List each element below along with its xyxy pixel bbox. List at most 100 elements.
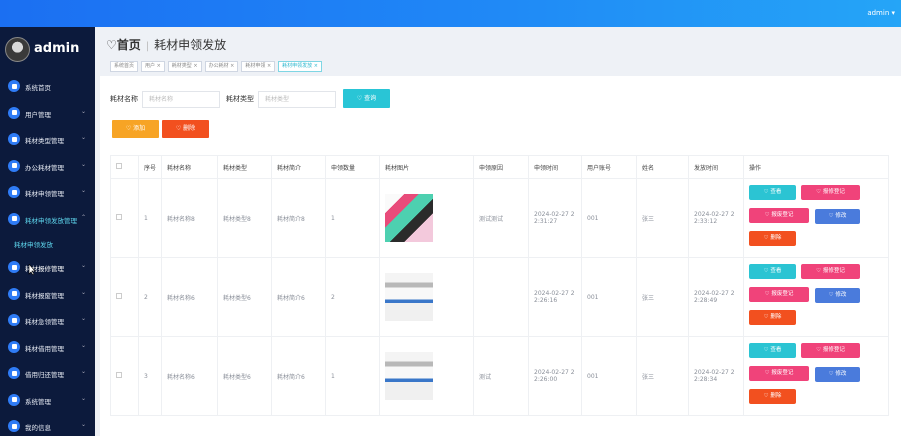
list-icon [8, 393, 20, 406]
grid-icon [8, 314, 20, 326]
brand-name: admin [34, 41, 80, 56]
row-delete-button[interactable]: ♡ 删除 [749, 389, 796, 404]
chevron-down-icon: ⌄ [80, 421, 86, 428]
header-account: 用户账号 [581, 155, 637, 179]
cell-reason: 测试 [473, 336, 529, 416]
sidebar-item-home[interactable]: 系统首页 [0, 73, 95, 100]
scrap-register-button[interactable]: ♡ 报废登记 [749, 208, 809, 223]
repair-register-button[interactable]: ♡ 报修登记 [801, 264, 860, 279]
chevron-down-icon: ⌄ [80, 368, 86, 375]
grid-icon [8, 133, 20, 145]
table-row: 1 耗材名称8 耗材类型8 耗材简介8 1 测试测试 2024-02-27 2 … [110, 178, 889, 258]
cell-image [379, 336, 474, 416]
select-all-checkbox[interactable] [116, 163, 122, 169]
tag-apply[interactable]: 耗材申领 × [241, 61, 276, 72]
breadcrumb-home[interactable]: ♡首页 [106, 38, 141, 52]
chevron-down-icon: ⌄ [80, 262, 86, 269]
sidebar-item-system[interactable]: 系统管理 ⌄ [0, 387, 95, 414]
breadcrumb: ♡首页 | 耗材申领发放 [106, 38, 227, 52]
cell-ops: ♡ 查看 ♡ 报修登记 ♡ 报废登记 ♡ 修改 ♡ 删除 [743, 257, 889, 337]
add-button[interactable]: ♡ 添加 [112, 120, 159, 138]
cell-account: 001 [581, 336, 637, 416]
cell-account: 001 [581, 178, 637, 258]
row-select-cell[interactable] [110, 257, 139, 337]
scrap-register-button[interactable]: ♡ 报废登记 [749, 287, 809, 302]
edit-button[interactable]: ♡ 修改 [815, 367, 860, 382]
name-search-input[interactable]: 耗材名称 [142, 90, 220, 108]
page-title: 耗材申领发放 [154, 38, 227, 52]
chevron-down-icon: ⌄ [80, 160, 86, 168]
sidebar: admin 系统首页 用户管理 ⌄ 耗材类型管理 ⌄ 办公耗材管理 ⌄ 耗材申领管理 ⌄… [0, 27, 95, 436]
sidebar-item-issue[interactable]: 耗材申领发放管理 ⌃ [0, 206, 95, 233]
header-name: 耗材名称 [161, 155, 218, 179]
delete-button[interactable]: ♡ 删除 [162, 120, 209, 138]
cell-name: 耗材名称6 [161, 257, 218, 337]
cell-issue-time: 2024-02-27 2 2:28:49 [688, 257, 744, 337]
row-select-cell[interactable] [110, 336, 139, 416]
tag-issue[interactable]: 耗材申领发放 × [278, 61, 322, 72]
cell-time: 2024-02-27 2 2:31:27 [528, 178, 582, 258]
select-all-cell[interactable] [110, 155, 139, 179]
row-delete-button[interactable]: ♡ 删除 [749, 310, 796, 325]
sidebar-brand: admin [0, 27, 95, 73]
table-header-row: 序号 耗材名称 耗材类型 耗材简介 申领数量 耗材图片 申领原因 申领时间 用户… [110, 155, 889, 179]
view-button[interactable]: ♡ 查看 [749, 264, 796, 279]
scrap-register-button[interactable]: ♡ 报废登记 [749, 366, 809, 381]
sidebar-item-profile[interactable]: 我的信息 ⌄ [0, 413, 95, 436]
cell-image [379, 178, 474, 258]
sidebar-item-types[interactable]: 耗材类型管理 ⌄ [0, 126, 95, 153]
tag-bar: 系统首页 用户 × 耗材类型 × 办公耗材 × 耗材申领 × 耗材申领发放 × [110, 61, 322, 72]
item-image[interactable] [385, 194, 433, 242]
sidebar-item-users[interactable]: 用户管理 ⌄ [0, 100, 95, 127]
avatar [5, 37, 30, 62]
header-qty: 申领数量 [325, 155, 380, 179]
sidebar-item-office[interactable]: 办公耗材管理 ⌄ [0, 153, 95, 180]
tag-home[interactable]: 系统首页 [110, 61, 139, 72]
header-ops: 操作 [743, 155, 889, 179]
user-menu[interactable]: admin ▾ [867, 9, 895, 17]
data-table: 序号 耗材名称 耗材类型 耗材简介 申领数量 耗材图片 申领原因 申领时间 用户… [110, 155, 889, 416]
type-label: 耗材类型 [226, 95, 254, 103]
cell-person: 张三 [636, 178, 689, 258]
item-image[interactable] [385, 352, 433, 400]
tag-types[interactable]: 耗材类型 × [167, 61, 202, 72]
cell-qty: 1 [325, 336, 380, 416]
sidebar-item-return[interactable]: 借用归还管理 ⌄ [0, 360, 95, 387]
chevron-down-icon: ⌄ [80, 394, 86, 402]
row-checkbox[interactable] [116, 293, 122, 299]
item-image[interactable] [385, 273, 433, 321]
cell-issue-time: 2024-02-27 2 2:33:12 [688, 178, 744, 258]
chart-icon [8, 340, 20, 353]
sidebar-item-repair[interactable]: 耗材报修管理 ⌄ [0, 254, 95, 281]
cell-ops: ♡ 查看 ♡ 报修登记 ♡ 报废登记 ♡ 修改 ♡ 删除 [743, 336, 889, 416]
sidebar-item-urgent[interactable]: 耗材急领管理 ⌄ [0, 307, 95, 334]
cell-no: 1 [138, 178, 162, 258]
sidebar-item-scrap[interactable]: 耗材报废管理 ⌄ [0, 281, 95, 308]
sidebar-item-borrow[interactable]: 耗材借用管理 ⌄ [0, 334, 95, 361]
row-checkbox[interactable] [116, 372, 122, 378]
shield-icon [8, 367, 20, 379]
cell-intro: 耗材简介6 [271, 257, 326, 337]
edit-button[interactable]: ♡ 修改 [815, 209, 860, 224]
cell-reason: 测试测试 [473, 178, 529, 258]
sidebar-item-apply[interactable]: 耗材申领管理 ⌄ [0, 179, 95, 206]
cell-qty: 2 [325, 257, 380, 337]
row-select-cell[interactable] [110, 178, 139, 258]
query-button[interactable]: ♡ 查询 [343, 89, 390, 108]
cell-qty: 1 [325, 178, 380, 258]
row-checkbox[interactable] [116, 214, 122, 220]
grid-icon [8, 106, 20, 119]
cell-time: 2024-02-27 2 2:26:00 [528, 336, 582, 416]
circle-icon [8, 212, 20, 225]
repair-register-button[interactable]: ♡ 报修登记 [801, 185, 860, 200]
cell-type: 耗材类型6 [217, 257, 272, 337]
view-button[interactable]: ♡ 查看 [749, 343, 796, 358]
tag-office[interactable]: 办公耗材 × [204, 61, 239, 72]
repair-register-button[interactable]: ♡ 报修登记 [801, 343, 860, 358]
edit-button[interactable]: ♡ 修改 [815, 288, 860, 303]
sidebar-subitem-issue[interactable]: 耗材申领发放 [0, 232, 95, 254]
tag-users[interactable]: 用户 × [141, 61, 165, 72]
type-search-input[interactable]: 耗材类型 [258, 90, 336, 108]
row-delete-button[interactable]: ♡ 删除 [749, 231, 796, 246]
view-button[interactable]: ♡ 查看 [749, 185, 796, 200]
